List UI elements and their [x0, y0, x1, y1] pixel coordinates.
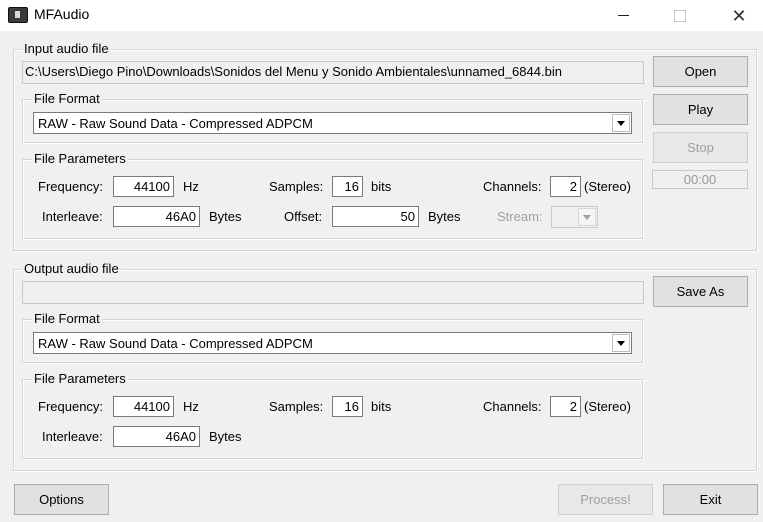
- input-format-label: File Format: [32, 91, 102, 106]
- output-audio-group-label: Output audio file: [22, 261, 121, 276]
- output-params-label: File Parameters: [32, 371, 128, 386]
- output-samples-unit: bits: [371, 399, 392, 414]
- options-button[interactable]: Options: [14, 484, 109, 515]
- output-interleave-label: Interleave:: [42, 429, 103, 444]
- process-button[interactable]: Process!: [558, 484, 653, 515]
- input-channels-label: Channels:: [483, 179, 542, 194]
- input-frequency-field[interactable]: 44100: [113, 176, 174, 197]
- output-samples-label: Samples:: [269, 399, 324, 414]
- output-path-field[interactable]: [22, 281, 644, 304]
- input-interleave-field[interactable]: 46A0: [113, 206, 200, 227]
- chevron-down-icon[interactable]: [578, 208, 596, 226]
- chevron-down-icon[interactable]: [612, 334, 630, 352]
- window-title: MFAudio: [34, 6, 90, 22]
- input-offset-label: Offset:: [284, 209, 323, 224]
- output-interleave-unit: Bytes: [209, 429, 242, 444]
- output-format-select[interactable]: RAW - Raw Sound Data - Compressed ADPCM: [33, 332, 632, 354]
- input-samples-label: Samples:: [269, 179, 324, 194]
- input-format-select[interactable]: RAW - Raw Sound Data - Compressed ADPCM: [33, 112, 632, 134]
- input-interleave-unit: Bytes: [209, 209, 242, 224]
- output-params-group: [22, 379, 643, 459]
- output-interleave-field[interactable]: 46A0: [113, 426, 200, 447]
- minimize-icon: [617, 15, 629, 16]
- input-frequency-label: Frequency:: [38, 179, 104, 194]
- chevron-down-icon[interactable]: [612, 114, 630, 132]
- output-channels-note: (Stereo): [584, 399, 631, 414]
- output-channels-field[interactable]: 2: [550, 396, 581, 417]
- input-format-value: RAW - Raw Sound Data - Compressed ADPCM: [38, 116, 313, 131]
- maximize-icon: [674, 9, 686, 22]
- save-as-button[interactable]: Save As: [653, 276, 748, 307]
- input-offset-field[interactable]: 50: [332, 206, 419, 227]
- input-params-group: [22, 159, 643, 239]
- close-icon: ✕: [731, 5, 747, 26]
- close-button[interactable]: ✕: [716, 0, 762, 31]
- title-bar: MFAudio ✕: [0, 0, 763, 31]
- playback-time-display: 00:00: [652, 170, 748, 189]
- input-channels-field[interactable]: 2: [550, 176, 581, 197]
- app-icon: [8, 7, 28, 23]
- output-frequency-label: Frequency:: [38, 399, 104, 414]
- input-offset-unit: Bytes: [428, 209, 461, 224]
- input-frequency-unit: Hz: [183, 179, 199, 194]
- play-button[interactable]: Play: [653, 94, 748, 125]
- output-frequency-field[interactable]: 44100: [113, 396, 174, 417]
- input-samples-field[interactable]: 16: [332, 176, 363, 197]
- input-channels-note: (Stereo): [584, 179, 631, 194]
- output-frequency-unit: Hz: [183, 399, 199, 414]
- input-stream-label: Stream:: [497, 209, 543, 224]
- open-button[interactable]: Open: [653, 56, 748, 87]
- output-format-label: File Format: [32, 311, 102, 326]
- input-samples-unit: bits: [371, 179, 392, 194]
- output-samples-field[interactable]: 16: [332, 396, 363, 417]
- input-interleave-label: Interleave:: [42, 209, 103, 224]
- maximize-button[interactable]: [657, 0, 703, 31]
- output-format-value: RAW - Raw Sound Data - Compressed ADPCM: [38, 336, 313, 351]
- exit-button[interactable]: Exit: [663, 484, 758, 515]
- output-channels-label: Channels:: [483, 399, 542, 414]
- stop-button[interactable]: Stop: [653, 132, 748, 163]
- input-audio-group-label: Input audio file: [22, 41, 111, 56]
- input-params-label: File Parameters: [32, 151, 128, 166]
- input-stream-select[interactable]: [551, 206, 598, 228]
- input-path-field[interactable]: C:\Users\Diego Pino\Downloads\Sonidos de…: [22, 61, 644, 84]
- minimize-button[interactable]: [600, 0, 646, 31]
